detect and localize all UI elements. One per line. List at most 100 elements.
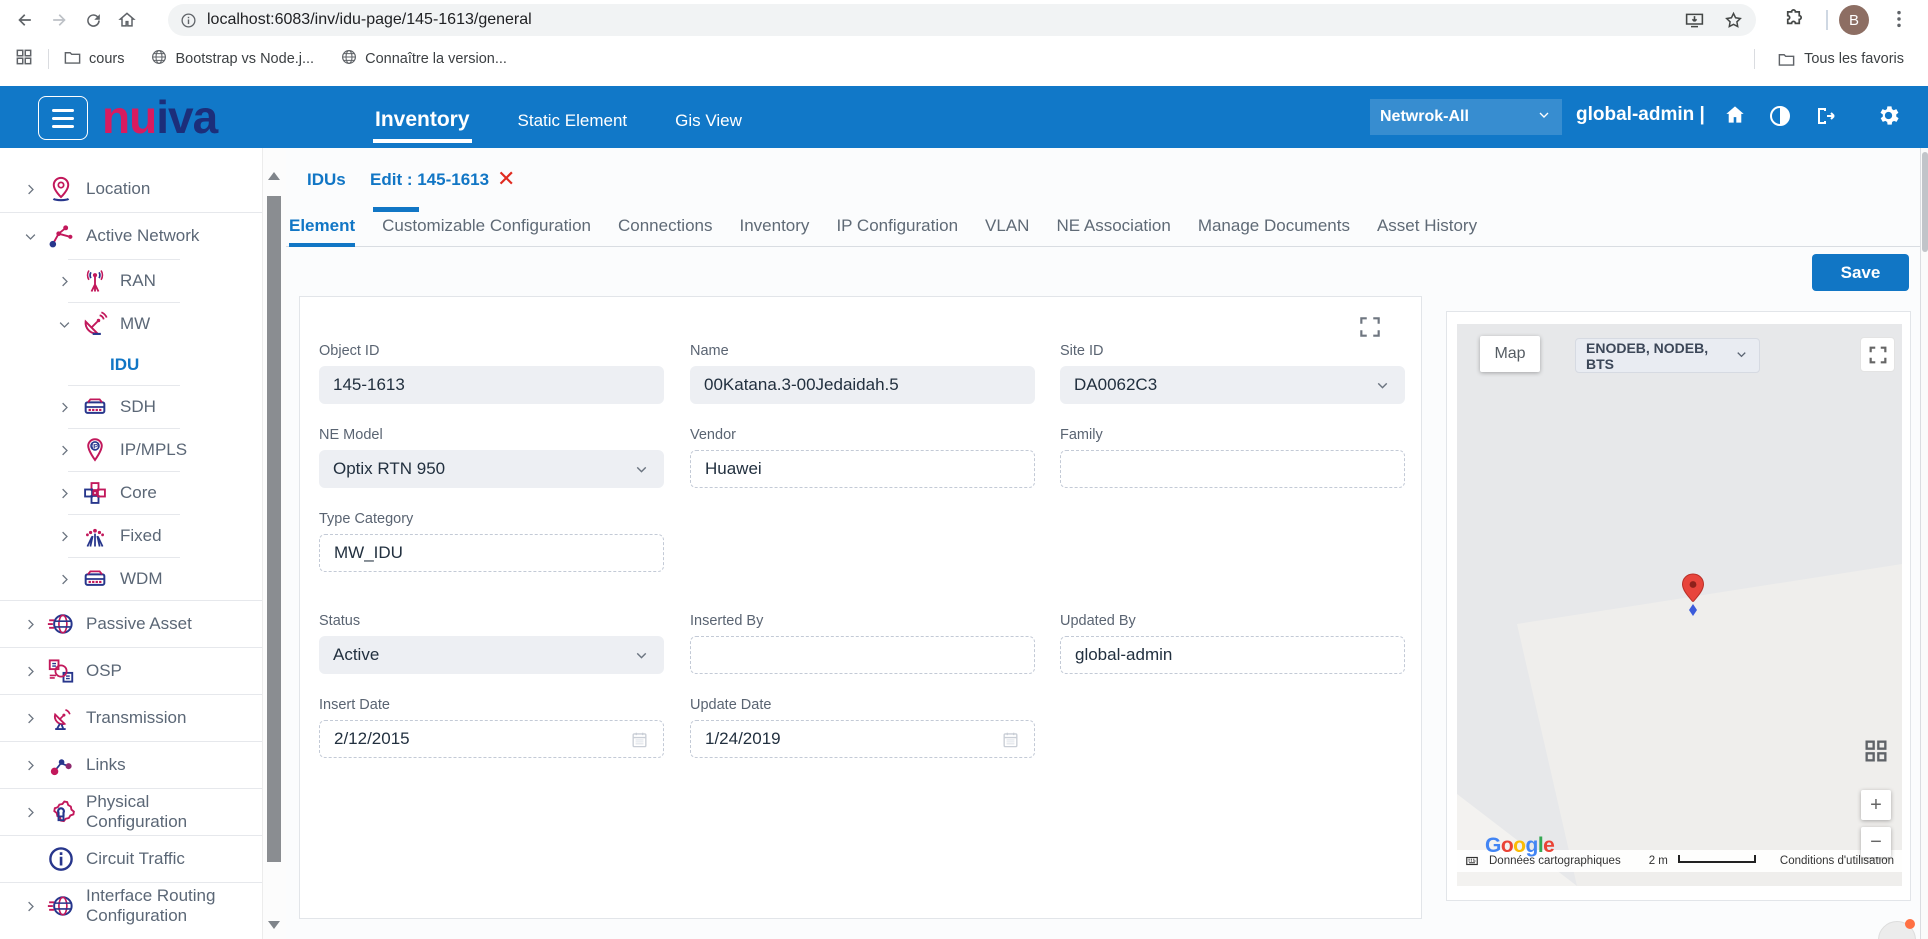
sidebar-item-interface-routing-configuration[interactable]: Interface Routing Configuration bbox=[0, 883, 262, 929]
layer-select[interactable]: ENODEB, NODEB, BTS bbox=[1575, 338, 1760, 373]
sidebar-item-ip-mpls[interactable]: IPIP/MPLS bbox=[0, 429, 262, 471]
scroll-up-arrow[interactable] bbox=[268, 172, 280, 180]
sidebar-item-sdh[interactable]: SDH bbox=[0, 386, 262, 428]
sidebar-item-circuit-traffic[interactable]: Circuit Traffic bbox=[0, 836, 262, 882]
field-input-vendor[interactable]: Huawei bbox=[690, 450, 1035, 488]
sidebar-item-ran[interactable]: RAN bbox=[0, 260, 262, 302]
sidebar-item-osp[interactable]: OSP bbox=[0, 648, 262, 694]
profile-avatar[interactable]: B bbox=[1839, 5, 1869, 35]
chevron-right-icon[interactable] bbox=[22, 664, 38, 679]
sidebar-item-fixed[interactable]: Fixed bbox=[0, 515, 262, 557]
bookmark-item[interactable]: Bootstrap vs Node.j... bbox=[150, 48, 314, 70]
page-scrollbar[interactable] bbox=[1920, 148, 1928, 939]
chevron-right-icon[interactable] bbox=[56, 443, 72, 458]
sidebar-item-passive-asset[interactable]: Passive Asset bbox=[0, 601, 262, 647]
sidebar-item-mw[interactable]: MW bbox=[0, 303, 262, 345]
map-zoom-in-button[interactable]: + bbox=[1861, 790, 1891, 820]
forward-icon[interactable] bbox=[42, 3, 76, 37]
sidebar-item-idu[interactable]: IDU bbox=[0, 345, 262, 385]
page-scroll-thumb[interactable] bbox=[1922, 152, 1928, 252]
field-input-update-date[interactable]: 1/24/2019 bbox=[690, 720, 1035, 758]
tab-asset-history[interactable]: Asset History bbox=[1377, 210, 1477, 246]
chevron-down-icon[interactable] bbox=[1374, 377, 1391, 394]
close-edit-tab-icon[interactable]: ✕ bbox=[497, 166, 515, 192]
chevron-right-icon[interactable] bbox=[56, 572, 72, 587]
settings-gear-icon[interactable] bbox=[1876, 103, 1901, 133]
tab-idus[interactable]: IDUs bbox=[307, 170, 346, 190]
tab-inventory[interactable]: Inventory bbox=[740, 210, 810, 246]
tab-vlan[interactable]: VLAN bbox=[985, 210, 1029, 246]
sidebar-item-physical-configuration[interactable]: Physical Configuration bbox=[0, 789, 262, 835]
chevron-right-icon[interactable] bbox=[22, 805, 38, 820]
calendar-icon[interactable] bbox=[630, 730, 649, 749]
sidebar-scrollbar[interactable] bbox=[262, 148, 286, 939]
field-input-updated-by[interactable]: global-admin bbox=[1060, 636, 1405, 674]
chevron-right-icon[interactable] bbox=[56, 274, 72, 289]
scroll-down-arrow[interactable] bbox=[268, 921, 280, 929]
bookmark-star-icon[interactable] bbox=[1723, 10, 1744, 31]
reload-icon[interactable] bbox=[76, 3, 110, 37]
url-bar[interactable]: localhost:6083/inv/idu-page/145-1613/gen… bbox=[168, 4, 1756, 36]
tab-ip-configuration[interactable]: IP Configuration bbox=[836, 210, 958, 246]
network-select[interactable]: Netwrok-All bbox=[1370, 99, 1562, 135]
bookmark-item[interactable]: cours bbox=[63, 48, 124, 71]
sidebar-item-links[interactable]: Links bbox=[0, 742, 262, 788]
field-input-insert-date[interactable]: 2/12/2015 bbox=[319, 720, 664, 758]
map-canvas[interactable]: Données cartographiques 2 m Conditions d… bbox=[1457, 324, 1902, 886]
sidebar-item-location[interactable]: Location bbox=[0, 166, 262, 212]
expand-fullscreen-icon[interactable] bbox=[1352, 309, 1388, 345]
field-input-ne-model[interactable]: Optix RTN 950 bbox=[319, 450, 664, 488]
map-tiles-toggle-icon[interactable] bbox=[1862, 737, 1890, 770]
site-marker-icon[interactable] bbox=[1679, 572, 1707, 623]
logout-icon[interactable] bbox=[1814, 104, 1838, 133]
install-icon[interactable] bbox=[1684, 10, 1705, 31]
calendar-icon[interactable] bbox=[1001, 730, 1020, 749]
map-type-button[interactable]: Map bbox=[1480, 336, 1540, 372]
tab-connections[interactable]: Connections bbox=[618, 210, 713, 246]
chevron-down-icon[interactable] bbox=[633, 647, 650, 664]
tab-ne-association[interactable]: NE Association bbox=[1056, 210, 1170, 246]
sidebar-scroll-thumb[interactable] bbox=[267, 196, 281, 862]
chevron-right-icon[interactable] bbox=[22, 899, 38, 914]
hamburger-menu-button[interactable] bbox=[38, 96, 88, 140]
chevron-right-icon[interactable] bbox=[22, 617, 38, 632]
page-info-icon[interactable] bbox=[180, 12, 197, 29]
apps-grid-icon[interactable] bbox=[14, 47, 34, 72]
sidebar-item-active-network[interactable]: Active Network bbox=[0, 213, 262, 259]
chevron-right-icon[interactable] bbox=[56, 529, 72, 544]
map-fullscreen-icon[interactable] bbox=[1860, 337, 1895, 372]
nav-inventory[interactable]: Inventory bbox=[373, 92, 472, 143]
contrast-icon[interactable] bbox=[1768, 104, 1792, 133]
tab-manage-documents[interactable]: Manage Documents bbox=[1198, 210, 1350, 246]
chevron-right-icon[interactable] bbox=[22, 711, 38, 726]
all-bookmarks-label[interactable]: Tous les favoris bbox=[1804, 51, 1904, 67]
sidebar-item-transmission[interactable]: Transmission bbox=[0, 695, 262, 741]
extensions-icon[interactable] bbox=[1782, 8, 1805, 36]
url-text[interactable]: localhost:6083/inv/idu-page/145-1613/gen… bbox=[207, 11, 532, 29]
home-icon[interactable] bbox=[110, 3, 144, 37]
field-input-inserted-by[interactable] bbox=[690, 636, 1035, 674]
tab-element[interactable]: Element bbox=[289, 210, 355, 247]
tab-customizable-configuration[interactable]: Customizable Configuration bbox=[382, 210, 591, 246]
browser-menu-icon[interactable] bbox=[1888, 8, 1910, 35]
nav-static-element[interactable]: Static Element bbox=[516, 95, 630, 139]
field-input-object-id[interactable]: 145-1613 bbox=[319, 366, 664, 404]
bookmark-item[interactable]: Connaître la version... bbox=[340, 48, 507, 70]
chevron-down-icon[interactable] bbox=[633, 461, 650, 478]
sidebar-item-core[interactable]: Core bbox=[0, 472, 262, 514]
nav-gis-view[interactable]: Gis View bbox=[673, 95, 744, 139]
chevron-right-icon[interactable] bbox=[22, 758, 38, 773]
field-input-site-id[interactable]: DA0062C3 bbox=[1060, 366, 1405, 404]
keyboard-icon[interactable] bbox=[1465, 854, 1479, 868]
map-zoom-out-button[interactable]: − bbox=[1861, 827, 1891, 857]
field-input-type-category[interactable]: MW_IDU bbox=[319, 534, 664, 572]
sidebar-item-wdm[interactable]: WDM bbox=[0, 558, 262, 600]
tab-edit-145-1613[interactable]: Edit : 145-1613 bbox=[370, 170, 489, 190]
field-input-family[interactable] bbox=[1060, 450, 1405, 488]
home-dashboard-icon[interactable] bbox=[1722, 102, 1748, 133]
field-input-name[interactable]: 00Katana.3-00Jedaidah.5 bbox=[690, 366, 1035, 404]
chevron-right-icon[interactable] bbox=[56, 486, 72, 501]
chevron-down-icon[interactable] bbox=[56, 317, 72, 332]
chevron-down-icon[interactable] bbox=[22, 229, 38, 244]
chevron-right-icon[interactable] bbox=[56, 400, 72, 415]
